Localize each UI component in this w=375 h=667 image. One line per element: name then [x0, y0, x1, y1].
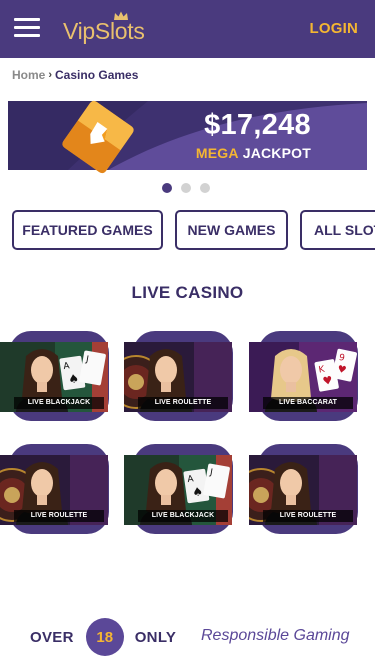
breadcrumb-home-link[interactable]: Home	[12, 68, 45, 82]
jackpot-label-rest: JACKPOT	[242, 145, 311, 161]
game-label: LIVE BLACKJACK	[14, 397, 104, 409]
carousel-dot[interactable]	[181, 183, 191, 193]
logo[interactable]: VipSlots	[63, 11, 145, 46]
jackpot-amount: $17,248	[204, 109, 311, 141]
breadcrumb: Home › Casino Games	[12, 68, 138, 82]
game-label: LIVE ROULETTE	[138, 397, 228, 409]
age-badge: 18	[85, 618, 124, 656]
carousel-dot[interactable]	[162, 183, 172, 193]
age-restriction: OVER 18 ONLY	[30, 618, 176, 656]
logo-text: VipSlots	[63, 18, 145, 44]
responsible-gaming-link[interactable]: Responsible Gaming	[201, 627, 350, 645]
section-title: LIVE CASINO	[131, 283, 244, 302]
game-label: LIVE ROULETTE	[263, 510, 353, 522]
tab-new-games[interactable]: NEW GAMES	[175, 210, 288, 250]
game-tile[interactable]: LIVE ROULETTE	[124, 331, 242, 421]
carousel-dot[interactable]	[200, 183, 210, 193]
menu-icon[interactable]	[14, 15, 42, 41]
tab-featured-games[interactable]: FEATURED GAMES	[12, 210, 163, 250]
game-tile[interactable]: LIVE ROULETTE	[249, 444, 367, 534]
svg-text:♠: ♠	[191, 484, 204, 499]
game-tile[interactable]: LIVE ROULETTE	[0, 444, 118, 534]
game-label: LIVE ROULETTE	[14, 510, 104, 522]
game-tile[interactable]: K ♥ 9 ♥ LIVE BACCARAT	[249, 331, 367, 421]
game-label: LIVE BLACKJACK	[138, 510, 228, 522]
carousel-dots	[162, 183, 210, 193]
over-label: OVER	[30, 628, 74, 646]
game-tile[interactable]: A ♠ J LIVE BLACKJACK	[0, 331, 118, 421]
breadcrumb-current: Casino Games	[55, 68, 139, 82]
login-button[interactable]: LOGIN	[310, 20, 359, 37]
svg-text:♠: ♠	[67, 371, 80, 386]
game-tile[interactable]: A ♠ J LIVE BLACKJACK	[124, 444, 242, 534]
jackpot-banner[interactable]: $17,248 MEGA JACKPOT	[8, 100, 367, 174]
game-label: LIVE BACCARAT	[263, 397, 353, 409]
jackpot-label-highlight: MEGA	[195, 145, 239, 161]
only-label: ONLY	[134, 628, 177, 646]
chevron-right-icon: ›	[48, 69, 53, 81]
crown-icon	[114, 11, 128, 20]
tab-all-slots[interactable]: ALL SLOTS	[300, 210, 375, 250]
top-header: VipSlots LOGIN	[0, 0, 375, 58]
jackpot-label: MEGA JACKPOT	[196, 145, 311, 161]
jackpot-gem-icon	[62, 100, 134, 174]
